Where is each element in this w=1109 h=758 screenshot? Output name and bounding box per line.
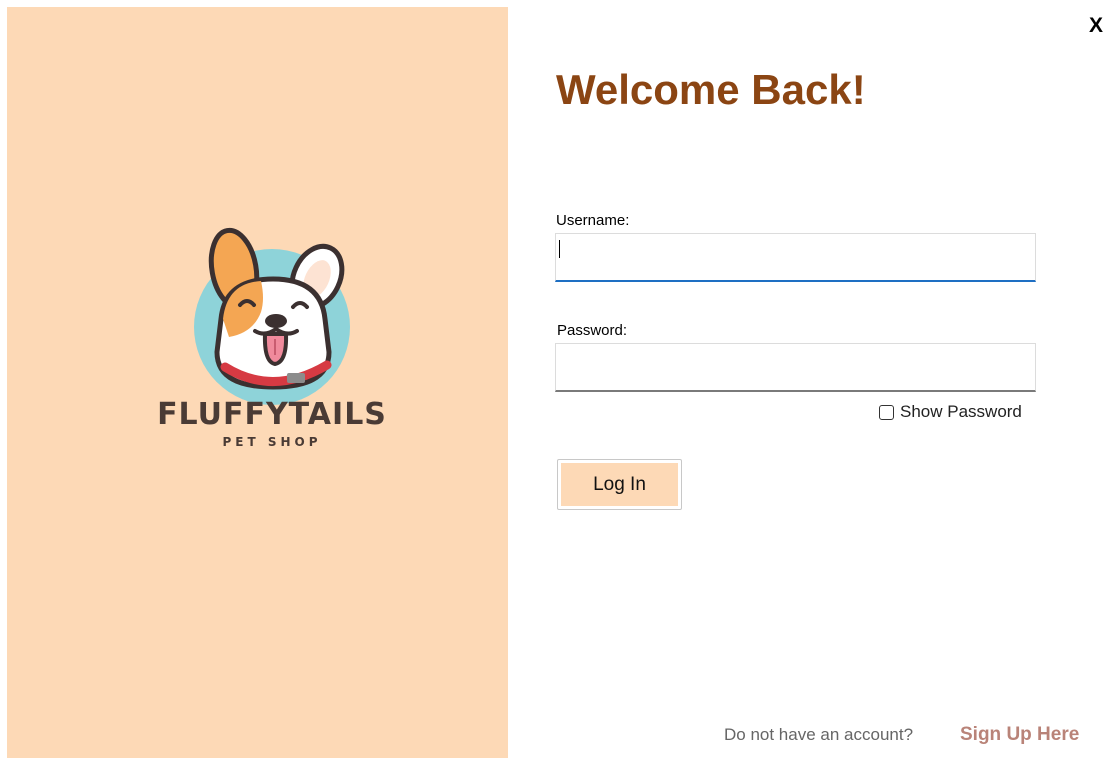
password-label: Password: (557, 322, 628, 339)
login-button-label[interactable]: Log In (561, 463, 678, 506)
show-password-checkbox[interactable]: Show Password (879, 402, 1022, 422)
login-button[interactable]: Log In (557, 459, 682, 510)
brand-panel: FLUFFYTAILS PET SHOP (7, 7, 508, 758)
brand-name: FLUFFYTAILS (157, 397, 387, 432)
password-input[interactable] (555, 343, 1036, 392)
close-button[interactable]: X (1083, 12, 1109, 40)
username-input[interactable] (555, 233, 1036, 282)
signup-prompt: Do not have an account? (724, 725, 914, 744)
page-title: Welcome Back! (556, 66, 866, 113)
brand-tagline: PET SHOP (222, 435, 322, 449)
signup-link[interactable]: Sign Up Here (960, 724, 1079, 746)
checkbox-box[interactable] (879, 404, 894, 420)
username-label: Username: (556, 212, 630, 229)
text-caret (559, 240, 560, 258)
show-password-label[interactable]: Show Password (900, 402, 1022, 422)
